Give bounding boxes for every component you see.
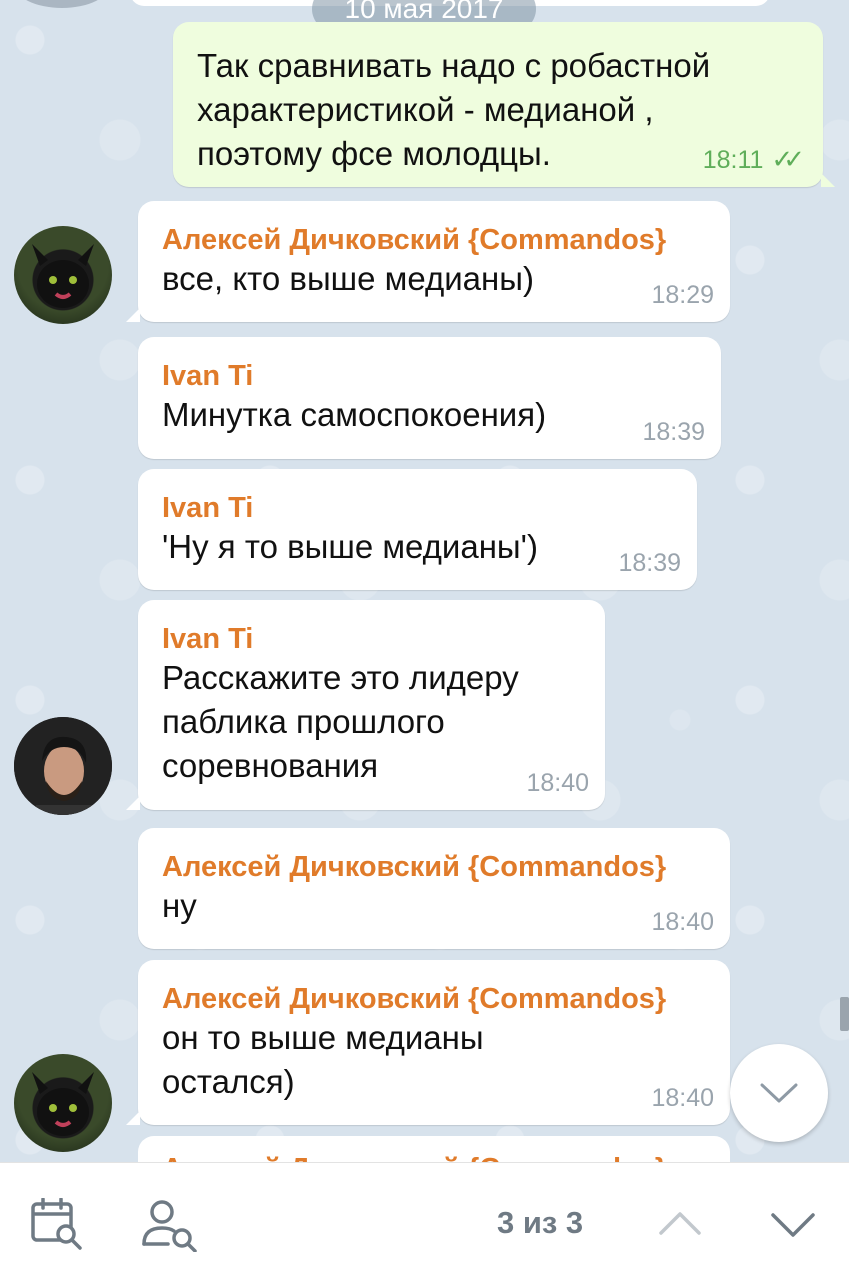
sender-name[interactable]: Алексей Дичковский {Commandos} [162,223,706,257]
message-text: Расскажите это лидеру паблика прошлого с… [162,659,519,784]
bubble-tail [126,1111,140,1125]
message-bubble-incoming[interactable]: Ivan Ti 'Ну я то выше медианы') 18:39 [138,469,697,590]
message-text: все, кто выше медианы) [162,260,534,297]
person-avatar-icon [14,717,112,815]
message-bubble-incoming[interactable]: Алексей Дичковский {Commandos} ну 18:40 [138,828,730,949]
message-text: он то выше медианы остался) [162,1019,484,1100]
message-bubble-incoming[interactable]: Алексей Дичковский {Commandos} [138,1136,730,1162]
message-bubble-incoming[interactable]: Ivan Ti Минутка самоспокоения) 18:39 [138,337,721,459]
sender-name[interactable]: Алексей Дичковский {Commandos} [162,850,706,884]
chevron-down-icon [760,1083,798,1103]
read-checkmarks-icon: ✓✓ [771,144,804,174]
time-label: 18:11 [702,146,764,174]
dragon-avatar[interactable] [14,1054,112,1152]
sender-name[interactable]: Ivan Ti [162,491,673,525]
bubble-tail [821,173,835,187]
message-text: 'Ну я то выше медианы') [162,528,538,565]
scrollbar-thumb[interactable] [840,997,849,1031]
person-avatar[interactable] [14,717,112,815]
message-bubble-outgoing[interactable]: Так сравнивать надо с робастной характер… [173,22,835,187]
message-time: 18:40 [526,769,589,797]
message-time: 18:39 [618,549,681,577]
chevron-down-icon[interactable] [770,1211,816,1239]
message-text: ну [162,887,197,924]
message-time: 18:39 [642,418,705,446]
sender-name[interactable]: Ivan Ti [162,622,581,656]
search-results-bar [0,1162,849,1280]
sender-name[interactable]: Алексей Дичковский {Commandos} [162,1152,706,1162]
user-search-icon[interactable] [140,1198,200,1252]
dragon-avatar-icon [32,244,94,308]
message-time: 18:11 ✓✓ [702,144,805,175]
search-result-counter: 3 из 3 [497,1205,584,1240]
calendar-search-icon[interactable] [30,1198,84,1252]
message-time: 18:29 [651,281,714,309]
message-text: Минутка самоспокоения) [162,396,547,433]
message-bubble-incoming[interactable]: Алексей Дичковский {Commandos} он то выш… [126,960,730,1125]
message-bubble-incoming[interactable]: Алексей Дичковский {Commandos} все, кто … [126,201,730,322]
message-time: 18:40 [651,908,714,936]
message-bubble-incoming[interactable]: Ivan Ti Расскажите это лидеру паблика пр… [126,600,605,810]
message-time: 18:40 [651,1084,714,1112]
sender-name[interactable]: Алексей Дичковский {Commandos} [162,982,706,1016]
dragon-avatar[interactable] [14,226,112,324]
bubble-tail [126,308,140,322]
scroll-down-button[interactable] [730,1044,828,1142]
chevron-up-icon[interactable] [658,1209,702,1237]
chat-background: 10 мая 2017 Так сравнивать надо с робаст… [0,0,849,1162]
sender-name[interactable]: Ivan Ti [162,359,697,393]
bubble-tail [126,796,140,810]
avatar[interactable] [14,0,110,8]
dragon-avatar-icon [32,1072,94,1136]
